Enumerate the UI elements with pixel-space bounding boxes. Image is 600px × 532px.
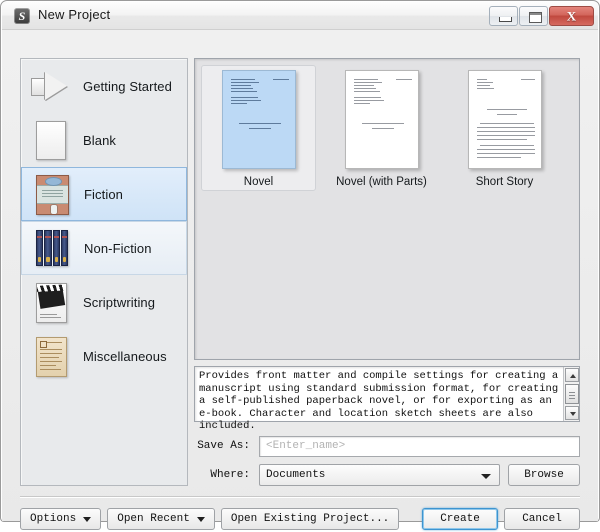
create-button[interactable]: Create: [422, 508, 498, 530]
sidebar-item-label: Blank: [83, 132, 117, 148]
maximize-icon: [529, 11, 542, 23]
save-as-row: Save As: <Enter_name>: [194, 435, 580, 457]
template-row: Novel Novel (with Parts) Short Story: [195, 59, 579, 191]
minimize-icon: [499, 16, 512, 22]
scroll-up-button[interactable]: [565, 368, 579, 382]
template-thumbnail: [467, 70, 542, 169]
open-recent-button[interactable]: Open Recent: [107, 508, 215, 530]
sidebar-item-getting-started[interactable]: Getting Started: [21, 59, 187, 113]
template-item-novel[interactable]: Novel: [201, 65, 316, 191]
parchment-icon: [29, 334, 73, 378]
where-value: Documents: [266, 469, 326, 481]
project-form: Save As: <Enter_name> Where: Documents B…: [194, 435, 580, 486]
where-label: Where:: [210, 469, 250, 481]
options-button[interactable]: Options: [20, 508, 102, 530]
clapperboard-icon: [29, 280, 73, 324]
sidebar-item-label: Getting Started: [83, 78, 172, 94]
book-spines-icon: [30, 226, 74, 270]
where-dropdown[interactable]: Documents: [259, 464, 500, 486]
footer-divider: [20, 496, 580, 497]
sidebar-item-blank[interactable]: Blank: [21, 113, 187, 167]
category-sidebar[interactable]: Getting Started Blank Fiction Non-Fictio…: [20, 58, 188, 486]
open-existing-project-button[interactable]: Open Existing Project...: [220, 508, 400, 530]
scrollbar-thumb[interactable]: [565, 384, 579, 404]
template-description-text: Provides front matter and compile settin…: [199, 370, 565, 433]
book-cover-icon: [30, 172, 74, 216]
template-item-novel-with-parts[interactable]: Novel (with Parts): [324, 65, 439, 191]
template-list-panel[interactable]: Novel Novel (with Parts) Short Story: [194, 58, 580, 360]
maximize-button[interactable]: [519, 5, 548, 26]
minimize-button[interactable]: [489, 5, 518, 26]
scroll-down-arrow: [570, 412, 576, 416]
template-thumbnail: [221, 70, 296, 169]
sidebar-item-label: Fiction: [84, 186, 123, 202]
sidebar-item-label: Non-Fiction: [84, 240, 152, 256]
scrivener-s-icon: S: [14, 8, 30, 24]
browse-button[interactable]: Browse: [508, 464, 580, 486]
save-as-label: Save As:: [197, 440, 250, 452]
scroll-down-button[interactable]: [565, 406, 579, 420]
sidebar-item-non-fiction[interactable]: Non-Fiction: [21, 221, 187, 275]
template-label: Short Story: [475, 176, 534, 188]
window-title: New Project: [38, 7, 111, 22]
template-item-short-story[interactable]: Short Story: [447, 65, 562, 191]
sidebar-item-scriptwriting[interactable]: Scriptwriting: [21, 275, 187, 329]
sidebar-item-label: Scriptwriting: [83, 294, 156, 310]
template-thumbnail: [344, 70, 419, 169]
description-scrollbar[interactable]: [563, 367, 579, 421]
chevron-down-icon: [481, 474, 491, 479]
template-label: Novel (with Parts): [336, 176, 427, 188]
save-as-input[interactable]: <Enter_name>: [259, 435, 580, 457]
template-label: Novel: [243, 176, 274, 188]
dialog-body: Getting Started Blank Fiction Non-Fictio…: [2, 30, 598, 530]
arrow-icon: [29, 64, 73, 108]
cancel-button[interactable]: Cancel: [504, 508, 580, 530]
right-column: Novel Novel (with Parts) Short Story Pro…: [194, 58, 580, 486]
new-project-window: S New Project X Getting Started Blank Fi…: [0, 0, 600, 530]
footer-buttons: Options Open Recent Open Existing Projec…: [20, 506, 580, 532]
close-button[interactable]: X: [549, 5, 594, 26]
title-bar: S New Project X: [2, 2, 598, 30]
sidebar-item-miscellaneous[interactable]: Miscellaneous: [21, 329, 187, 383]
scroll-up-arrow: [570, 374, 576, 378]
open-recent-label: Open Recent: [117, 513, 190, 525]
template-description-box: Provides front matter and compile settin…: [194, 366, 580, 432]
options-label: Options: [30, 513, 77, 525]
sidebar-item-fiction[interactable]: Fiction: [21, 167, 187, 221]
where-row: Where: Documents Browse: [194, 464, 580, 486]
chevron-down-icon: [83, 516, 92, 522]
blank-page-icon: [29, 118, 73, 162]
sidebar-item-label: Miscellaneous: [83, 348, 167, 364]
close-icon: X: [566, 8, 577, 23]
window-controls: X: [488, 5, 594, 26]
chevron-down-icon: [196, 516, 205, 522]
